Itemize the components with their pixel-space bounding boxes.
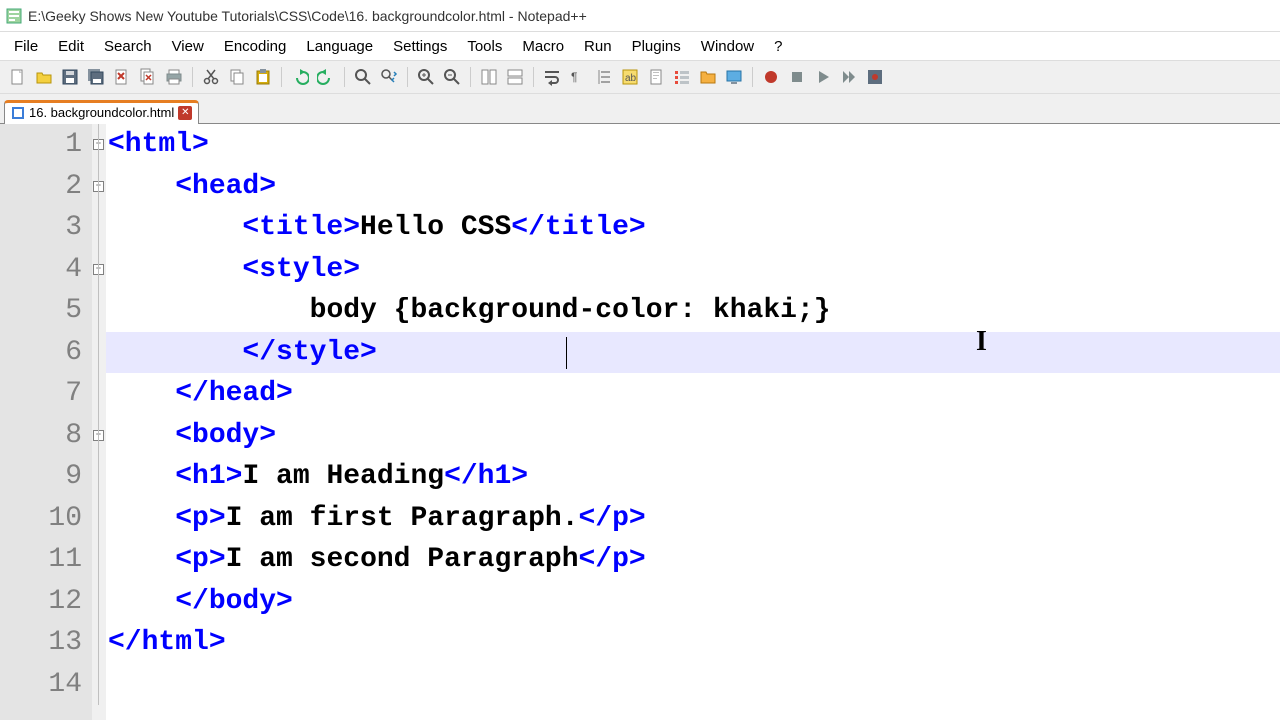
func-list-icon[interactable]	[670, 65, 694, 89]
line-number: 4	[0, 249, 82, 291]
menu-view[interactable]: View	[162, 34, 214, 59]
close-all-icon[interactable]	[136, 65, 160, 89]
line-number: 9	[0, 456, 82, 498]
code-line[interactable]: <h1>I am Heading</h1>	[106, 456, 1280, 498]
separator	[533, 67, 534, 87]
code-line[interactable]: <p>I am first Paragraph.</p>	[106, 498, 1280, 540]
copy-icon[interactable]	[225, 65, 249, 89]
tab-file[interactable]: 16. backgroundcolor.html ✕	[4, 100, 199, 124]
separator	[192, 67, 193, 87]
line-number: 8	[0, 415, 82, 457]
svg-text:ab: ab	[625, 73, 637, 84]
record-icon[interactable]	[759, 65, 783, 89]
menu-plugins[interactable]: Plugins	[622, 34, 691, 59]
app-icon	[6, 8, 22, 24]
redo-icon[interactable]	[314, 65, 338, 89]
menu-macro[interactable]: Macro	[512, 34, 574, 59]
menubar: FileEditSearchViewEncodingLanguageSettin…	[0, 32, 1280, 60]
play-multi-icon[interactable]	[837, 65, 861, 89]
menu-settings[interactable]: Settings	[383, 34, 457, 59]
separator	[281, 67, 282, 87]
code-line[interactable]: body {background-color: khaki;}	[106, 290, 1280, 332]
editor[interactable]: 1234567891011121314 −−−− <html> <head> <…	[0, 124, 1280, 720]
menu-tools[interactable]: Tools	[457, 34, 512, 59]
doc-map-icon[interactable]	[644, 65, 668, 89]
code-line[interactable]: <p>I am second Paragraph</p>	[106, 539, 1280, 581]
zoom-in-icon[interactable]	[414, 65, 438, 89]
line-gutter: 1234567891011121314	[0, 124, 92, 720]
tab-label: 16. backgroundcolor.html	[29, 105, 174, 120]
menu-window[interactable]: Window	[691, 34, 764, 59]
save-all-icon[interactable]	[84, 65, 108, 89]
code-line[interactable]: </html>	[106, 622, 1280, 664]
open-file-icon[interactable]	[32, 65, 56, 89]
save-icon[interactable]	[58, 65, 82, 89]
replace-icon[interactable]	[377, 65, 401, 89]
line-number: 5	[0, 290, 82, 332]
code-line[interactable]	[106, 664, 1280, 706]
line-number: 2	[0, 166, 82, 208]
line-number: 6	[0, 332, 82, 374]
svg-text:¶: ¶	[571, 70, 577, 84]
text-caret	[566, 337, 567, 369]
print-icon[interactable]	[162, 65, 186, 89]
sync-v-icon[interactable]	[477, 65, 501, 89]
folder-icon[interactable]	[696, 65, 720, 89]
save-macro-icon[interactable]	[863, 65, 887, 89]
line-number: 7	[0, 373, 82, 415]
play-icon[interactable]	[811, 65, 835, 89]
separator	[470, 67, 471, 87]
fold-column: −−−−	[92, 124, 106, 720]
undo-icon[interactable]	[288, 65, 312, 89]
titlebar: E:\Geeky Shows New Youtube Tutorials\CSS…	[0, 0, 1280, 32]
code-line[interactable]: <title>Hello CSS</title>	[106, 207, 1280, 249]
cut-icon[interactable]	[199, 65, 223, 89]
line-number: 14	[0, 664, 82, 706]
code-line[interactable]: <html>	[106, 124, 1280, 166]
line-number: 1	[0, 124, 82, 166]
menu-language[interactable]: Language	[296, 34, 383, 59]
code-line[interactable]: <head>	[106, 166, 1280, 208]
zoom-out-icon[interactable]	[440, 65, 464, 89]
close-icon[interactable]	[110, 65, 134, 89]
code-line[interactable]: <style>	[106, 249, 1280, 291]
line-number: 11	[0, 539, 82, 581]
new-file-icon[interactable]	[6, 65, 30, 89]
menu-[interactable]: ?	[764, 34, 792, 59]
close-tab-icon[interactable]: ✕	[178, 106, 192, 120]
lang-icon[interactable]: ab	[618, 65, 642, 89]
code-line[interactable]: <body>	[106, 415, 1280, 457]
toolbar: ¶ ab	[0, 60, 1280, 94]
wordwrap-icon[interactable]	[540, 65, 564, 89]
separator	[752, 67, 753, 87]
separator	[344, 67, 345, 87]
sync-h-icon[interactable]	[503, 65, 527, 89]
code-line[interactable]: </style>	[106, 332, 1280, 374]
tabbar: 16. backgroundcolor.html ✕	[0, 94, 1280, 124]
all-chars-icon[interactable]: ¶	[566, 65, 590, 89]
separator	[407, 67, 408, 87]
paste-icon[interactable]	[251, 65, 275, 89]
line-number: 3	[0, 207, 82, 249]
window-title: E:\Geeky Shows New Youtube Tutorials\CSS…	[28, 8, 587, 24]
code-line[interactable]: </head>	[106, 373, 1280, 415]
menu-search[interactable]: Search	[94, 34, 162, 59]
mouse-ibeam-icon: I	[976, 326, 987, 358]
indent-guide-icon[interactable]	[592, 65, 616, 89]
line-number: 10	[0, 498, 82, 540]
code-area[interactable]: <html> <head> <title>Hello CSS</title> <…	[106, 124, 1280, 720]
find-icon[interactable]	[351, 65, 375, 89]
menu-encoding[interactable]: Encoding	[214, 34, 297, 59]
monitor-icon[interactable]	[722, 65, 746, 89]
menu-file[interactable]: File	[4, 34, 48, 59]
line-number: 13	[0, 622, 82, 664]
stop-icon[interactable]	[785, 65, 809, 89]
menu-edit[interactable]: Edit	[48, 34, 94, 59]
file-icon	[11, 106, 25, 120]
line-number: 12	[0, 581, 82, 623]
code-line[interactable]: </body>	[106, 581, 1280, 623]
menu-run[interactable]: Run	[574, 34, 622, 59]
